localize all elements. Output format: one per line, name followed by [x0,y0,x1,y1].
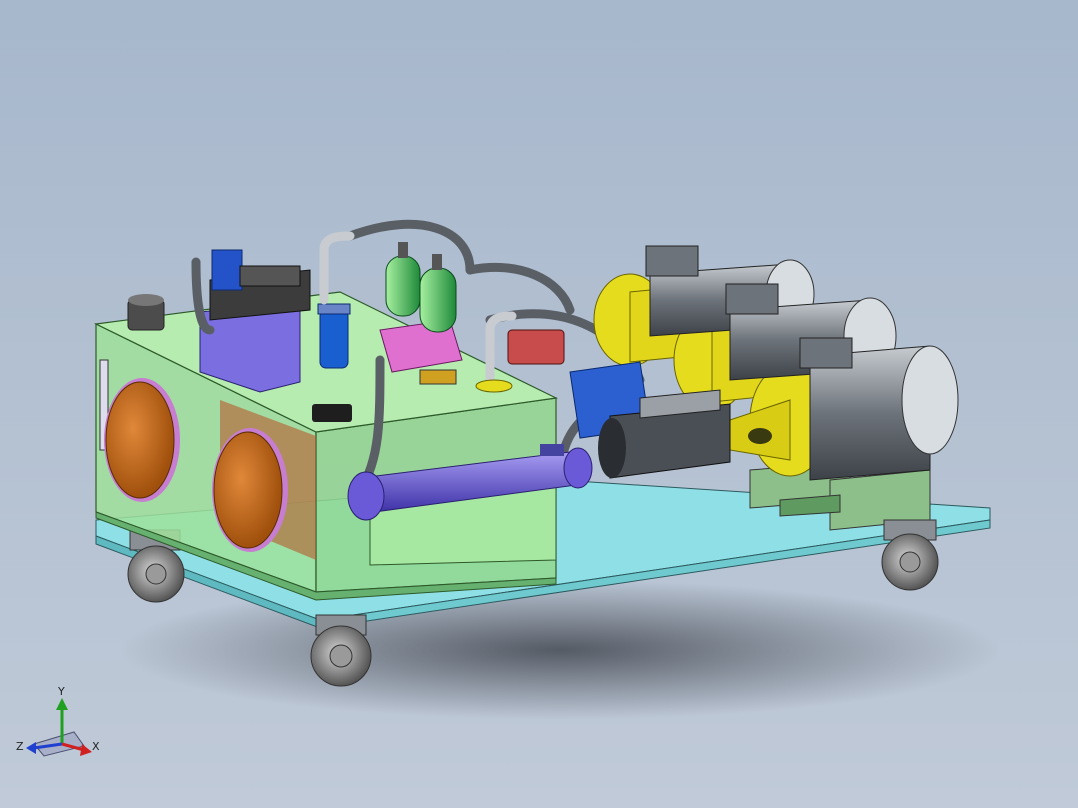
flange [475,379,513,393]
caster-wheel[interactable] [881,519,939,591]
accumulator[interactable] [385,242,421,317]
z-axis-arrow-icon [26,742,36,754]
coordinate-triad: Y Z X [16,685,100,757]
y-axis-arrow-icon [56,698,68,710]
accumulator[interactable] [419,254,457,333]
inspection-cover[interactable] [212,428,288,552]
breather-cap[interactable] [127,294,165,331]
relief-valve[interactable] [507,329,565,365]
electric-motor[interactable] [799,337,959,481]
return-filter[interactable] [317,303,351,369]
inspection-cover[interactable] [104,378,180,502]
z-axis-label: Z [16,740,24,753]
x-axis-label: X [92,740,100,753]
x-axis-arrow-icon [80,744,92,756]
valve-manifold[interactable] [199,249,311,393]
hydraulic-power-unit-model[interactable] [0,0,1078,808]
drain-block [312,404,352,422]
y-axis-label: Y [57,685,65,698]
caster-wheel[interactable] [310,614,372,687]
3d-viewport[interactable]: Y Z X [0,0,1078,808]
